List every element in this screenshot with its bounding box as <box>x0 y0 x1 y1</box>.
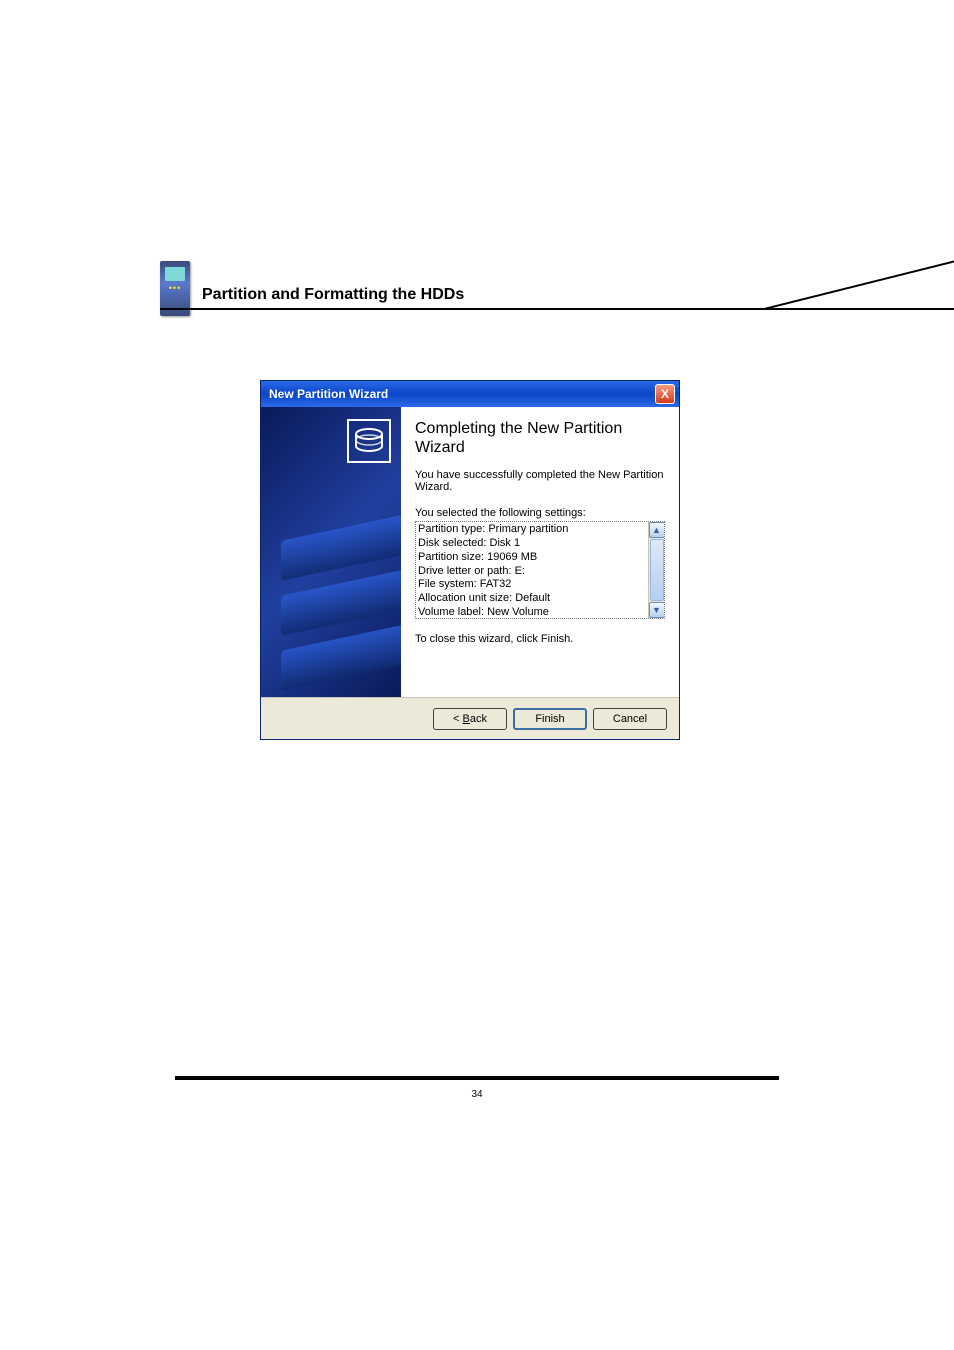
scroll-down-icon[interactable]: ▼ <box>649 602 665 618</box>
finish-button[interactable]: Finish <box>513 708 587 730</box>
section-title: Partition and Formatting the HDDs <box>202 286 780 310</box>
close-instruction: To close this wizard, click Finish. <box>415 633 665 645</box>
close-icon[interactable]: X <box>655 384 675 404</box>
wizard-heading: Completing the New Partition Wizard <box>415 419 665 457</box>
settings-label: You selected the following settings: <box>415 507 665 519</box>
scroll-thumb[interactable] <box>650 539 664 601</box>
summary-line: Partition size: 19069 MB <box>418 551 645 565</box>
summary-line: Disk selected: Disk 1 <box>418 537 645 551</box>
section-header: Partition and Formatting the HDDs <box>160 250 780 310</box>
wizard-footer: < Back Finish Cancel <box>261 697 679 739</box>
titlebar[interactable]: New Partition Wizard X <box>261 381 679 407</box>
window-title: New Partition Wizard <box>269 387 655 401</box>
summary-line: Allocation unit size: Default <box>418 592 645 606</box>
summary-line: Drive letter or path: E: <box>418 565 645 579</box>
scroll-up-icon[interactable]: ▲ <box>649 522 665 538</box>
cancel-button[interactable]: Cancel <box>593 708 667 730</box>
page-footer-line <box>175 1076 779 1080</box>
wizard-main-panel: Completing the New Partition Wizard You … <box>401 407 679 697</box>
new-partition-wizard-window: New Partition Wizard X Completing the Ne… <box>260 380 680 740</box>
summary-line: Volume label: New Volume <box>418 606 645 620</box>
scrollbar[interactable]: ▲ ▼ <box>648 522 664 618</box>
wizard-sidebar-graphic <box>261 407 401 697</box>
header-underline <box>160 308 954 310</box>
summary-line: File system: FAT32 <box>418 578 645 592</box>
disk-logo-icon <box>347 419 391 463</box>
header-slash-decoration <box>760 260 954 310</box>
page-number: 34 <box>0 1089 954 1100</box>
settings-summary-box: Partition type: Primary partition Disk s… <box>415 521 665 619</box>
summary-line: Partition type: Primary partition <box>418 523 645 537</box>
back-button[interactable]: < Back <box>433 708 507 730</box>
wizard-body: Completing the New Partition Wizard You … <box>261 407 679 697</box>
wizard-intro-text: You have successfully completed the New … <box>415 469 665 493</box>
